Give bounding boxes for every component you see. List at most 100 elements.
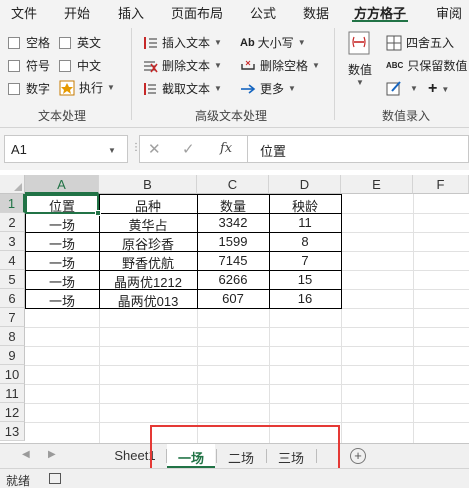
table-cell[interactable]: 晶两优013: [99, 289, 197, 308]
plus-icon: +: [428, 80, 438, 97]
active-cell-selection[interactable]: [25, 194, 99, 214]
checkbox-space[interactable]: 空格: [8, 34, 50, 51]
table-cell[interactable]: 一场: [25, 213, 99, 232]
column-header-b[interactable]: B: [99, 175, 197, 194]
tab-formulas[interactable]: 公式: [250, 3, 276, 22]
column-header-d[interactable]: D: [269, 175, 341, 194]
cancel-icon[interactable]: ✕: [148, 140, 161, 158]
extract-text-icon: [142, 81, 158, 97]
row-header[interactable]: 9: [0, 346, 25, 365]
case-icon: Ab: [240, 36, 255, 49]
row-header[interactable]: 4: [0, 251, 25, 270]
formula-input[interactable]: 位置: [247, 135, 469, 163]
table-cell[interactable]: 607: [197, 289, 269, 308]
keep-values-button[interactable]: ABC 只保留数值: [386, 57, 467, 74]
delete-space-button[interactable]: 删除空格 ▼: [240, 57, 320, 74]
table-cell[interactable]: 一场: [25, 251, 99, 270]
row-header[interactable]: 8: [0, 327, 25, 346]
table-cell[interactable]: 晶两优1212: [99, 270, 197, 289]
round-icon: [386, 35, 402, 51]
row-header[interactable]: 2: [0, 213, 25, 232]
group-separator: [334, 28, 335, 120]
status-ready: 就绪: [6, 474, 31, 488]
case-button[interactable]: Ab 大小写 ▼: [240, 34, 306, 51]
insert-function-icon[interactable]: fx: [220, 141, 232, 156]
row-header[interactable]: 3: [0, 232, 25, 251]
table-cell[interactable]: 6266: [197, 270, 269, 289]
group-title-value-entry: 数值录入: [382, 109, 431, 123]
execute-icon: [59, 80, 75, 96]
more-button[interactable]: 更多 ▼: [240, 80, 296, 97]
column-header-e[interactable]: E: [341, 175, 413, 194]
table-cell[interactable]: 8: [269, 232, 341, 251]
select-all-button[interactable]: [0, 175, 25, 194]
row-header[interactable]: 5: [0, 270, 25, 289]
tab-review[interactable]: 审阅: [436, 3, 462, 22]
insert-text-button[interactable]: 插入文本 ▼: [142, 34, 222, 51]
gridline: [25, 327, 469, 328]
row-header[interactable]: 10: [0, 365, 25, 384]
worksheet-grid[interactable]: A B C D E F 1 2 3 4 5 6 7 8 9 10 11 12 1…: [0, 175, 469, 443]
value-tools-button[interactable]: ▼: [386, 80, 418, 96]
tab-page-layout[interactable]: 页面布局: [171, 3, 223, 22]
confirm-icon[interactable]: ✓: [182, 140, 195, 158]
table-cell[interactable]: 7145: [197, 251, 269, 270]
next-sheet-icon[interactable]: ▶: [48, 449, 56, 460]
checkbox-number[interactable]: 数字: [8, 80, 50, 97]
tab-insert[interactable]: 插入: [118, 3, 144, 22]
formula-bar-buttons: ✕ ✓ fx: [139, 135, 247, 163]
gridline: [25, 365, 469, 366]
column-header-f[interactable]: F: [413, 175, 469, 194]
row-header[interactable]: 1: [0, 194, 25, 213]
gridline: [25, 403, 469, 404]
insert-text-icon: [142, 35, 158, 51]
table-cell[interactable]: 3342: [197, 213, 269, 232]
abc-icon: ABC: [386, 61, 404, 70]
delete-space-icon: [240, 58, 256, 74]
delete-text-button[interactable]: 删除文本 ▼: [142, 57, 222, 74]
table-cell[interactable]: 数量: [197, 194, 269, 213]
column-header-c[interactable]: C: [197, 175, 269, 194]
table-cell[interactable]: 野香优航: [99, 251, 197, 270]
value-button[interactable]: 数值 ▼: [347, 30, 373, 87]
row-header[interactable]: 13: [0, 422, 25, 441]
extract-text-button[interactable]: 截取文本 ▼: [142, 80, 222, 97]
row-header[interactable]: 6: [0, 289, 25, 308]
macro-record-icon[interactable]: [49, 473, 61, 484]
row-header[interactable]: 7: [0, 308, 25, 327]
column-header-a[interactable]: A: [25, 175, 99, 194]
arrow-right-icon: [240, 81, 256, 97]
add-sheet-icon[interactable]: +: [350, 448, 366, 464]
delete-text-icon: [142, 58, 158, 74]
table-cell[interactable]: 1599: [197, 232, 269, 251]
execute-button[interactable]: 执行 ▼: [59, 79, 115, 96]
row-header[interactable]: 12: [0, 403, 25, 422]
gridline: [25, 384, 469, 385]
round-button[interactable]: 四舍五入: [386, 34, 454, 51]
insert-plus-button[interactable]: + ▼: [428, 80, 449, 98]
table-cell[interactable]: 一场: [25, 270, 99, 289]
prev-sheet-icon[interactable]: ◀: [22, 449, 30, 460]
table-cell[interactable]: 秧龄: [269, 194, 341, 213]
gridline: [25, 346, 469, 347]
checkbox-symbol[interactable]: 符号: [8, 57, 50, 74]
table-cell[interactable]: 一场: [25, 232, 99, 251]
group-title-text: 文本处理: [38, 109, 87, 123]
table-cell[interactable]: 原谷珍香: [99, 232, 197, 251]
tab-file[interactable]: 文件: [11, 3, 37, 22]
table-cell[interactable]: 一场: [25, 289, 99, 308]
table-cell[interactable]: 黄华占: [99, 213, 197, 232]
table-cell[interactable]: 16: [269, 289, 341, 308]
ribbon-tab-bar: 文件 开始 插入 页面布局 公式 数据 方方格子 审阅: [0, 0, 469, 22]
table-cell[interactable]: 7: [269, 251, 341, 270]
tab-data[interactable]: 数据: [303, 3, 329, 22]
row-header[interactable]: 11: [0, 384, 25, 403]
tab-home[interactable]: 开始: [64, 3, 90, 22]
fill-handle[interactable]: [95, 210, 101, 216]
chevron-down-icon[interactable]: ▼: [108, 146, 116, 155]
table-cell[interactable]: 11: [269, 213, 341, 232]
table-cell[interactable]: 品种: [99, 194, 197, 213]
table-cell[interactable]: 15: [269, 270, 341, 289]
checkbox-chinese[interactable]: 中文: [59, 57, 101, 74]
checkbox-english[interactable]: 英文: [59, 34, 101, 51]
